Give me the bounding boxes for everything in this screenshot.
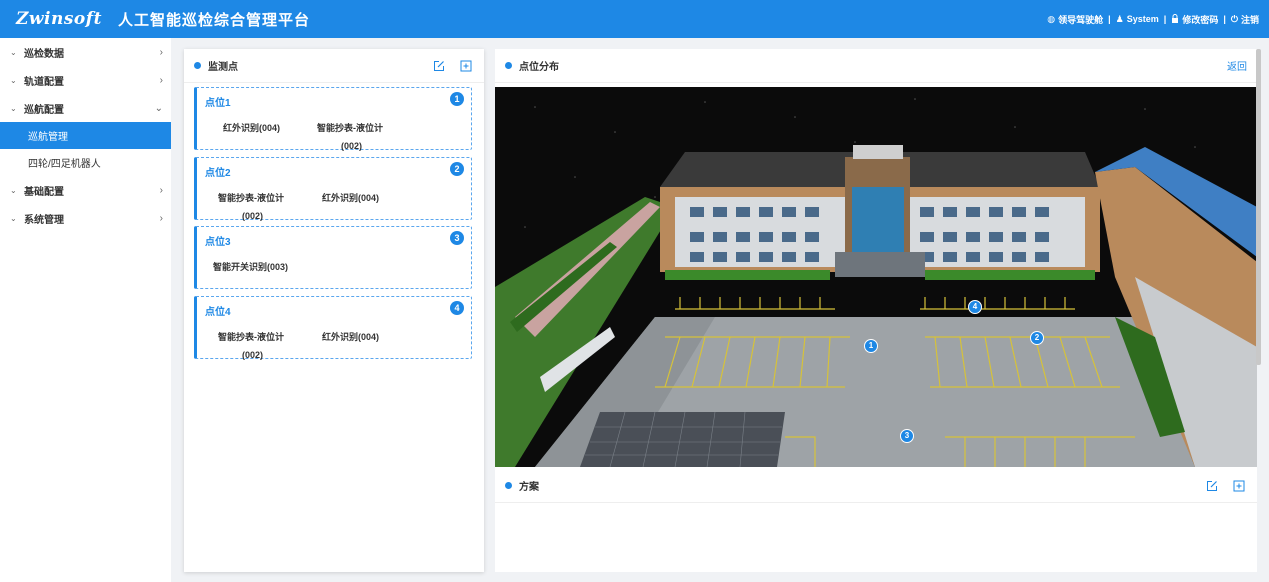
point-name: 点位1 bbox=[205, 98, 231, 109]
point-number-badge: 4 bbox=[450, 301, 464, 315]
user-link[interactable]: ♟ System bbox=[1116, 14, 1159, 25]
point-number-badge: 2 bbox=[450, 162, 464, 176]
point-name: 点位4 bbox=[205, 307, 231, 318]
edit-icon[interactable] bbox=[1205, 480, 1218, 493]
change-password-link[interactable]: 修改密码 bbox=[1171, 13, 1218, 26]
point-card[interactable]: 点位2 2 智能抄表-液位计 红外识别(004) (002) bbox=[194, 157, 472, 221]
chevron-right-icon: › bbox=[159, 74, 163, 86]
point-task-tag: 红外识别(004) bbox=[322, 332, 380, 342]
point-card[interactable]: 点位4 4 智能抄表-液位计 红外识别(004) (002) bbox=[194, 296, 472, 360]
back-link[interactable]: 返回 bbox=[1227, 58, 1247, 73]
panel-title: 监测点 bbox=[208, 62, 238, 73]
sidebar-subitem-robots[interactable]: 四轮/四足机器人 bbox=[0, 149, 171, 176]
point-task-tag: 红外识别(004) bbox=[223, 123, 281, 133]
point-card[interactable]: 点位1 1 红外识别(004) 智能抄表-液位计 (002) bbox=[194, 87, 472, 151]
expand-caret-icon: ⌄ bbox=[10, 185, 17, 195]
point-name: 点位3 bbox=[205, 237, 231, 248]
app-title: 人工智能巡检综合管理平台 bbox=[117, 11, 310, 29]
sidebar-item-cruise-config[interactable]: ⌄ 巡航配置 ⌄ bbox=[0, 94, 171, 122]
expand-caret-icon: ⌄ bbox=[10, 213, 17, 223]
sidebar-item-inspection-data[interactable]: ⌄ 巡检数据 › bbox=[0, 38, 171, 66]
map-point-marker[interactable]: 4 bbox=[968, 300, 982, 314]
scheme-header: 方案 bbox=[495, 469, 1257, 503]
point-task-tag: 智能抄表-液位计 bbox=[218, 193, 284, 203]
chevron-right-icon: › bbox=[159, 212, 163, 224]
point-task-tag: 智能抄表-液位计 bbox=[218, 332, 284, 342]
point-distribution-panel: 点位分布 返回 1 2 3 4 方案 bbox=[495, 49, 1257, 572]
sidebar-item-track-config[interactable]: ⌄ 轨道配置 › bbox=[0, 66, 171, 94]
chevron-right-icon: › bbox=[159, 46, 163, 58]
header-separator: | bbox=[1163, 14, 1167, 24]
expand-caret-icon: ⌄ bbox=[10, 47, 17, 57]
title-dot-icon bbox=[194, 62, 201, 69]
panel-title: 点位分布 bbox=[519, 62, 559, 73]
title-dot-icon bbox=[505, 62, 512, 69]
sidebar-item-basic-config[interactable]: ⌄ 基础配置 › bbox=[0, 176, 171, 204]
expand-caret-icon: ⌄ bbox=[10, 103, 17, 113]
lock-icon bbox=[1171, 13, 1179, 25]
point-name: 点位2 bbox=[205, 168, 231, 179]
sidebar-subitem-cruise-management[interactable]: 巡航管理 bbox=[0, 122, 171, 149]
panel-tools bbox=[432, 49, 472, 83]
point-task-tag: 智能开关识别(003) bbox=[213, 262, 289, 272]
scheme-title: 方案 bbox=[519, 482, 539, 493]
point-task-tag: (002) bbox=[242, 211, 264, 221]
add-icon[interactable] bbox=[459, 60, 472, 73]
user-icon: ♟ bbox=[1115, 13, 1124, 24]
page-scrollbar[interactable] bbox=[1256, 49, 1261, 365]
point-card[interactable]: 点位3 3 智能开关识别(003) bbox=[194, 226, 472, 289]
panel-header: 点位分布 返回 bbox=[495, 49, 1257, 83]
point-number-badge: 1 bbox=[450, 92, 464, 106]
map-point-marker[interactable]: 3 bbox=[900, 429, 914, 443]
power-icon: ⏻ bbox=[1230, 13, 1238, 24]
map-point-marker[interactable]: 2 bbox=[1030, 331, 1044, 345]
expand-caret-icon: ⌄ bbox=[10, 75, 17, 85]
point-task-tag: 智能抄表-液位计 bbox=[317, 123, 383, 133]
panel-header: 监测点 bbox=[184, 49, 484, 83]
header-links: ◍ 领导驾驶舱 | ♟ System | 修改密码 | ⏻ 注销 bbox=[1047, 0, 1259, 38]
map-point-marker[interactable]: 1 bbox=[864, 339, 878, 353]
factory-scene bbox=[495, 98, 1257, 467]
monitoring-points-panel: 监测点 点位1 1 红外识别(004) 智能抄表-液位计 (002) 点位2 2… bbox=[184, 49, 484, 572]
dashboard-link[interactable]: ◍ 领导驾驶舱 bbox=[1047, 13, 1103, 26]
chevron-right-icon: › bbox=[159, 184, 163, 196]
sidebar-item-system-management[interactable]: ⌄ 系统管理 › bbox=[0, 204, 171, 232]
point-task-tag: 红外识别(004) bbox=[322, 193, 380, 203]
scheme-tools bbox=[1205, 469, 1245, 503]
logout-link[interactable]: ⏻ 注销 bbox=[1231, 13, 1259, 26]
map-3d-view[interactable]: 1 2 3 4 bbox=[495, 87, 1257, 467]
sidebar: ⌄ 巡检数据 › ⌄ 轨道配置 › ⌄ 巡航配置 ⌄ 巡航管理 四轮/四足机器人… bbox=[0, 38, 171, 582]
brand-logo: Zwinsoft bbox=[16, 9, 102, 29]
point-number-badge: 3 bbox=[450, 231, 464, 245]
title-dot-icon bbox=[505, 482, 512, 489]
point-task-tag: (002) bbox=[242, 350, 264, 360]
header-separator: | bbox=[1223, 14, 1226, 24]
add-icon[interactable] bbox=[1232, 480, 1245, 493]
header-separator: | bbox=[1108, 14, 1111, 24]
app-header: Zwinsoft 人工智能巡检综合管理平台 ◍ 领导驾驶舱 | ♟ System… bbox=[0, 0, 1269, 38]
edit-icon[interactable] bbox=[432, 60, 445, 73]
point-task-tag: (002) bbox=[341, 141, 363, 151]
chevron-down-icon: ⌄ bbox=[154, 102, 163, 114]
globe-icon: ◍ bbox=[1047, 13, 1056, 24]
